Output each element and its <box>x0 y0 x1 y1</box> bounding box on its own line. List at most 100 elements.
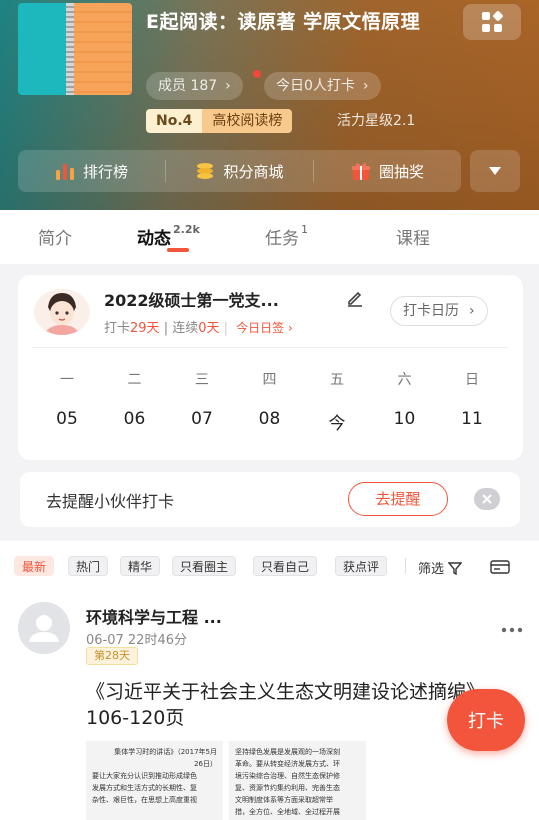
today-checkins-pill[interactable]: 今日0人打卡 › <box>264 72 381 100</box>
post-more-button[interactable] <box>501 618 523 637</box>
tab-feed-badge: 2.2k <box>173 223 200 237</box>
image-text-line: 26日） <box>194 760 217 768</box>
filter-self-only[interactable]: 只看自己 <box>253 556 318 576</box>
day-column-today[interactable]: 五今 <box>312 369 362 434</box>
date-label: 11 <box>461 409 483 429</box>
image-text-line: 措，全方位、全地域、全过程开展 <box>235 808 340 816</box>
day-column[interactable]: 日 11 <box>447 369 497 434</box>
funnel-icon <box>448 561 463 575</box>
image-text-line: 要让大家充分认识到推动形成绿色 <box>92 772 197 780</box>
filter-hot[interactable]: 热门 <box>68 556 109 576</box>
day-column[interactable]: 三 07 <box>177 369 227 434</box>
day-column[interactable]: 二 06 <box>110 369 160 434</box>
card-view-button[interactable] <box>490 559 510 578</box>
image-text-line: 坚持绿色发展是发展观的一场深刻 <box>235 748 340 756</box>
checkin-calendar-label: 打卡日历 <box>403 303 459 319</box>
group-title: E起阅读：读原著 学原文悟原理 <box>146 11 421 33</box>
lottery-button[interactable]: 圈抽奖 <box>314 150 461 192</box>
expand-more-button[interactable] <box>470 150 520 192</box>
checkin-days: 29天 <box>130 321 160 336</box>
today-sign-link[interactable]: 今日日签 › <box>236 321 293 335</box>
chevron-right-icon: › <box>225 78 231 94</box>
checkin-group-name: 2022级硕士第一党支... <box>104 291 279 310</box>
date-label: 06 <box>123 409 146 429</box>
card-icon <box>490 560 510 574</box>
user-avatar[interactable] <box>34 289 90 335</box>
group-header: E起阅读：读原著 学原文悟原理 成员 187 › 今日0人打卡 › No.4 高校阅… <box>0 0 539 210</box>
tab-tasks-badge: 1 <box>301 223 308 237</box>
filter-featured[interactable]: 精华 <box>120 556 161 576</box>
remind-button[interactable]: 去提醒 <box>348 482 448 516</box>
checkin-day-badge: 第28天 <box>86 647 138 665</box>
streak-prefix: | 连续 <box>159 321 199 336</box>
date-label: 05 <box>56 409 78 429</box>
tab-bar: 简介 动态 2.2k 任务 1 课程 <box>0 210 539 264</box>
weekday-label: 日 <box>465 372 479 388</box>
tab-tasks[interactable]: 任务 1 <box>265 223 308 249</box>
image-text-line: 文明制度体系等方面采取超常举 <box>235 796 333 804</box>
post-image[interactable]: 坚持绿色发展是发展观的一场深刻 革命。要从转变经济发展方式、环 境污染综合治理、… <box>229 741 366 820</box>
chevron-right-icon: › <box>469 303 475 319</box>
day-column[interactable]: 六 10 <box>380 369 430 434</box>
checkin-card: 2022级硕士第一党支... 打卡29天 | 连续0天 | 今日日签 › 打卡日… <box>18 275 523 460</box>
image-text-line: 革命。要从转变经济发展方式、环 <box>235 760 340 768</box>
tab-courses[interactable]: 课程 <box>396 224 430 249</box>
points-mall-button[interactable]: 积分商城 <box>166 150 313 192</box>
group-cover-image[interactable] <box>18 3 132 95</box>
rank-board-name: 高校阅读榜 <box>202 109 293 133</box>
post-image[interactable]: 集体学习时的讲话》（2017年5月 26日） 要让大家充分认识到推动形成绿色 发… <box>86 741 223 820</box>
reminder-text: 去提醒小伙伴打卡 <box>46 492 175 511</box>
rank-badge[interactable]: No.4 高校阅读榜 <box>146 109 293 133</box>
vitality-level: 活力星级2.1 <box>337 113 416 129</box>
day-column[interactable]: 一 05 <box>42 369 92 434</box>
image-text-line: 杂性、艰巨性，在思想上高度重视 <box>92 796 197 804</box>
tab-feed[interactable]: 动态 2.2k <box>137 223 200 249</box>
today-checkins-count: 今日0人打卡 <box>276 78 355 94</box>
filter-label: 筛选 <box>418 562 445 577</box>
post-timestamp: 06-07 22时46分 <box>86 633 187 648</box>
tab-tasks-label: 任务 <box>265 229 299 249</box>
post-author-name[interactable]: 环境科学与工程 ... <box>86 604 222 628</box>
bar-chart-icon <box>55 164 74 180</box>
pencil-icon <box>348 291 362 307</box>
day-column[interactable]: 四 08 <box>245 369 295 434</box>
checkin-calendar-button[interactable]: 打卡日历 › <box>390 296 488 326</box>
filter-reviewed[interactable]: 获点评 <box>335 556 388 576</box>
post-author-avatar[interactable] <box>18 602 70 654</box>
apps-grid-icon <box>482 11 503 32</box>
date-label: 08 <box>258 409 281 429</box>
filter-latest[interactable]: 最新 <box>14 556 55 576</box>
weekday-label: 六 <box>397 372 412 388</box>
apps-grid-button[interactable] <box>463 4 521 40</box>
image-text-line: 境污染综合治理、自然生态保护修 <box>235 772 340 780</box>
chevron-right-icon: › <box>362 78 369 94</box>
members-pill[interactable]: 成员 187 › <box>146 72 243 100</box>
weekday-label: 五 <box>330 372 344 388</box>
close-reminder-button[interactable] <box>474 488 500 510</box>
filter-button[interactable]: 筛选 <box>418 558 463 577</box>
edit-button[interactable] <box>346 289 364 311</box>
streak-days: 0天 <box>198 321 220 336</box>
tab-intro[interactable]: 简介 <box>38 224 72 249</box>
week-strip: 一 05 二 06 三 07 四 08 五今 六 10 日 11 <box>42 369 497 434</box>
filter-owner-only[interactable]: 只看圈主 <box>172 556 237 576</box>
divider <box>32 347 509 348</box>
more-dots-icon <box>501 627 523 633</box>
image-text-line: 发展方式和生活方式的长期性、复 <box>92 784 197 792</box>
tab-feed-label: 动态 <box>137 229 171 249</box>
tab-courses-label: 课程 <box>396 229 430 249</box>
image-text-line: 复、资源节约集约利用、完善生态 <box>235 784 340 792</box>
checkin-fab-button[interactable]: 打卡 <box>447 689 525 751</box>
weekday-label: 一 <box>60 372 74 388</box>
leaderboard-button[interactable]: 排行榜 <box>18 150 165 192</box>
checkin-days-prefix: 打卡 <box>104 321 131 336</box>
active-tab-indicator <box>167 248 189 252</box>
weekday-label: 二 <box>127 372 142 388</box>
coins-icon <box>197 163 214 179</box>
default-avatar-icon <box>18 602 70 654</box>
weekday-label: 四 <box>262 372 277 388</box>
date-label: 10 <box>393 409 416 429</box>
notification-dot <box>253 70 261 78</box>
weekday-label: 三 <box>195 372 209 388</box>
feed-filter-bar: 最新 热门 精华 只看圈主 只看自己 获点评 筛选 <box>0 541 539 591</box>
